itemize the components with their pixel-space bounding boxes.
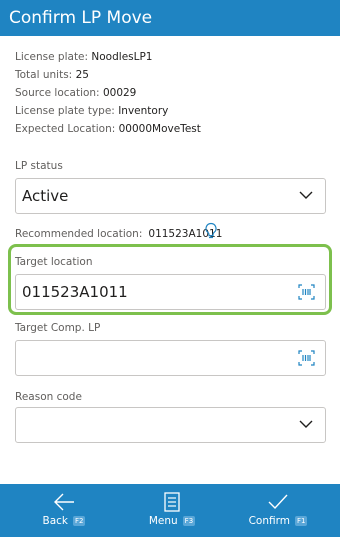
target-comp-lp-input[interactable] [15, 340, 326, 376]
chevron-down-icon [299, 191, 313, 199]
menu-document-icon [164, 492, 180, 512]
target-location-input[interactable]: 011523A1011 [15, 274, 326, 310]
lp-status-select[interactable]: Active [15, 178, 326, 214]
arrow-left-icon [54, 493, 74, 511]
barcode-scan-icon[interactable] [298, 350, 315, 366]
checkmark-icon [268, 494, 288, 510]
confirm-button[interactable]: Confirm F1 [228, 484, 328, 537]
back-button[interactable]: Back F2 [14, 484, 114, 537]
target-location-label: Target location [15, 256, 93, 268]
detail-license-plate-type: License plate type: Inventory [15, 105, 169, 117]
detail-expected-location: Expected Location: 00000MoveTest [15, 123, 201, 135]
target-location-value: 011523A1011 [22, 283, 128, 301]
detail-total-units: Total units: 25 [15, 69, 89, 81]
page-title: Confirm LP Move [9, 8, 153, 28]
detail-source-location: Source location: 00029 [15, 87, 137, 99]
confirm-shortcut-badge: F1 [294, 516, 308, 526]
menu-shortcut-badge: F3 [182, 516, 196, 526]
menu-label: Menu [148, 515, 178, 527]
detail-license-plate: License plate: NoodlesLP1 [15, 51, 153, 63]
recommended-location: Recommended location: 011523A1011 [15, 228, 222, 240]
lp-status-value: Active [22, 187, 69, 205]
lightbulb-icon[interactable] [204, 222, 218, 240]
back-shortcut-badge: F2 [73, 516, 86, 526]
lp-details: License plate: NoodlesLP1 Total units: 2… [15, 48, 201, 138]
chevron-down-icon [299, 420, 313, 428]
action-bar: Back F2 Menu F3 Confirm F1 [0, 484, 340, 537]
back-label: Back [42, 515, 69, 527]
menu-button[interactable]: Menu F3 [122, 484, 222, 537]
reason-code-select[interactable] [15, 407, 326, 443]
target-comp-lp-label: Target Comp. LP [15, 322, 101, 334]
recommended-location-label: Recommended location: [15, 228, 143, 240]
confirm-label: Confirm [248, 515, 290, 527]
barcode-scan-icon[interactable] [298, 284, 315, 300]
lp-status-label: LP status [15, 160, 63, 172]
page-header: Confirm LP Move [0, 0, 340, 36]
reason-code-label: Reason code [15, 391, 82, 403]
